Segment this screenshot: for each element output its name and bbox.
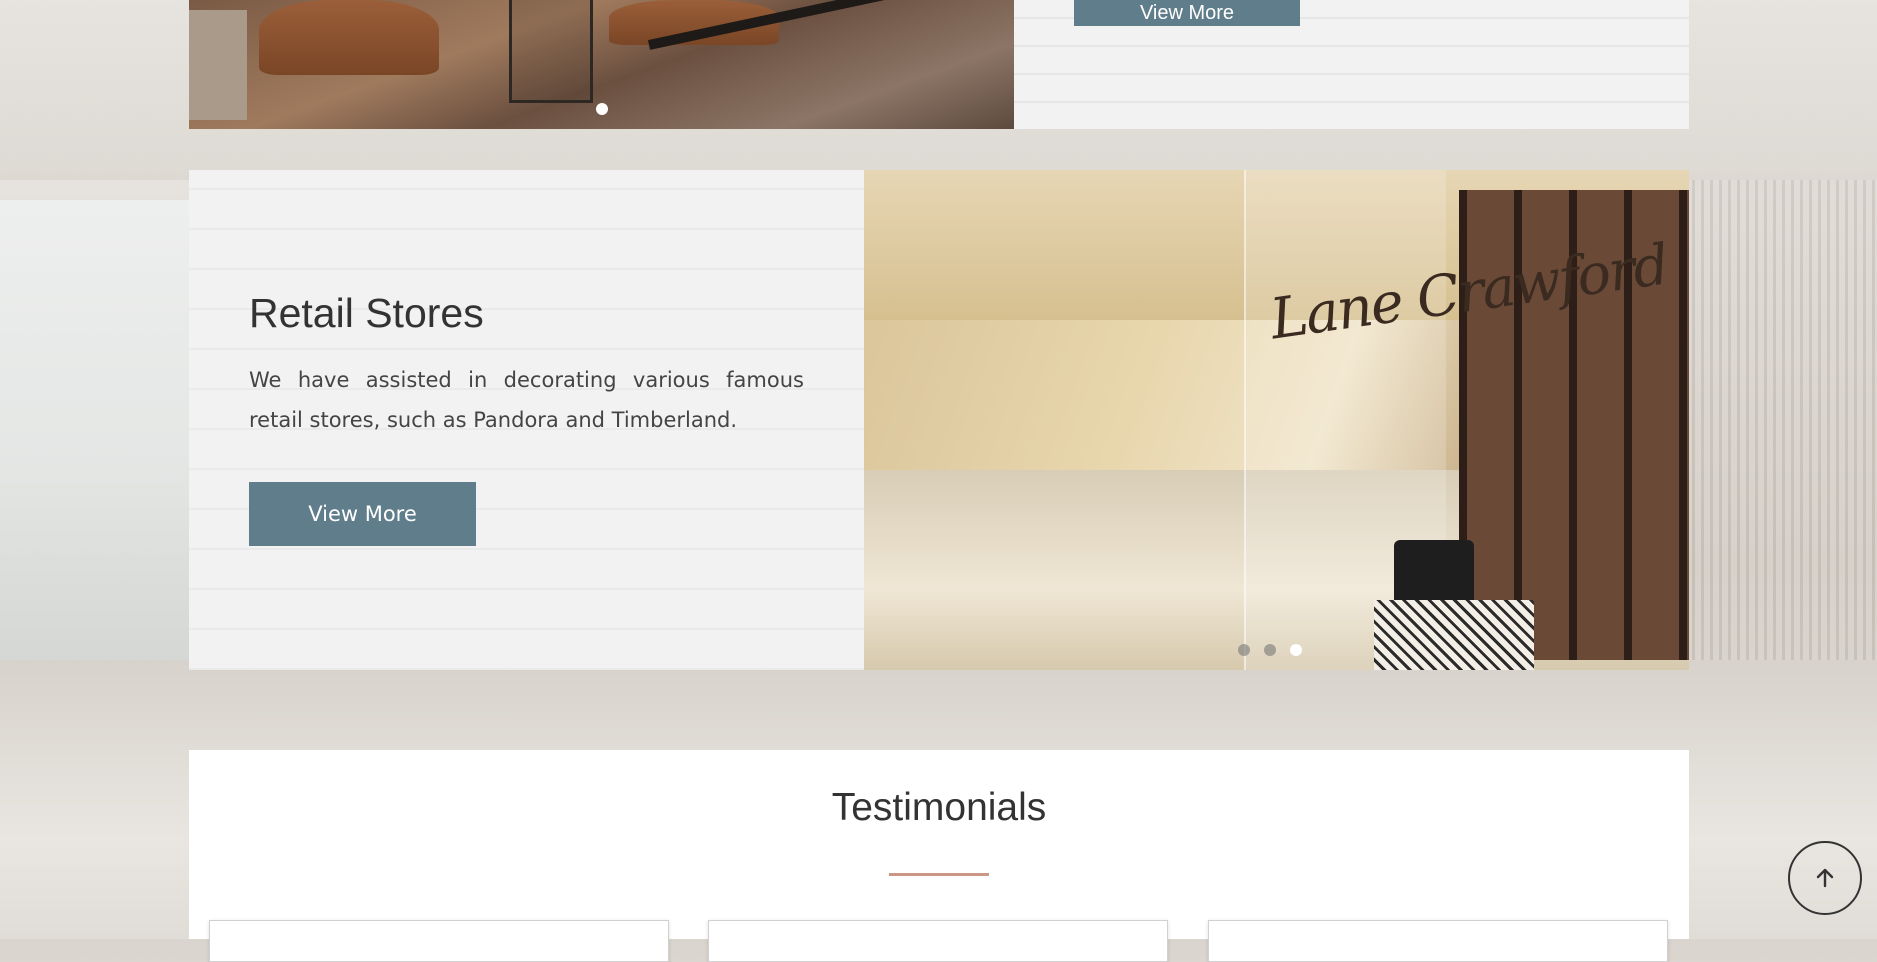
carousel-dot-1[interactable]: [1238, 644, 1250, 656]
carousel-dot-2[interactable]: [1264, 644, 1276, 656]
retail-stores-panel: Retail Stores We have assisted in decora…: [189, 170, 864, 670]
arrow-up-icon: [1816, 868, 1834, 888]
testimonial-card: [209, 920, 669, 962]
carousel-dots: [189, 100, 1014, 119]
retail-stores-carousel: Lane Crawford: [864, 170, 1689, 670]
scroll-to-top-button[interactable]: [1788, 841, 1862, 915]
view-more-button[interactable]: View More: [1074, 0, 1300, 26]
view-more-button[interactable]: View More: [249, 482, 476, 546]
section-description: We have assisted in decorating various f…: [249, 368, 804, 432]
carousel-dot[interactable]: [595, 103, 608, 115]
section-title: Testimonials: [831, 786, 1047, 829]
previous-section-panel: View More: [1014, 0, 1689, 129]
title-underline: [889, 873, 989, 876]
carousel-dot-3[interactable]: [1290, 644, 1302, 656]
carousel-dots: [879, 641, 1689, 660]
testimonial-card: [708, 920, 1168, 962]
section-title: Retail Stores: [249, 290, 484, 336]
previous-section-image: [189, 0, 1014, 129]
testimonial-card: [1208, 920, 1668, 962]
testimonials-section: Testimonials: [189, 750, 1689, 962]
